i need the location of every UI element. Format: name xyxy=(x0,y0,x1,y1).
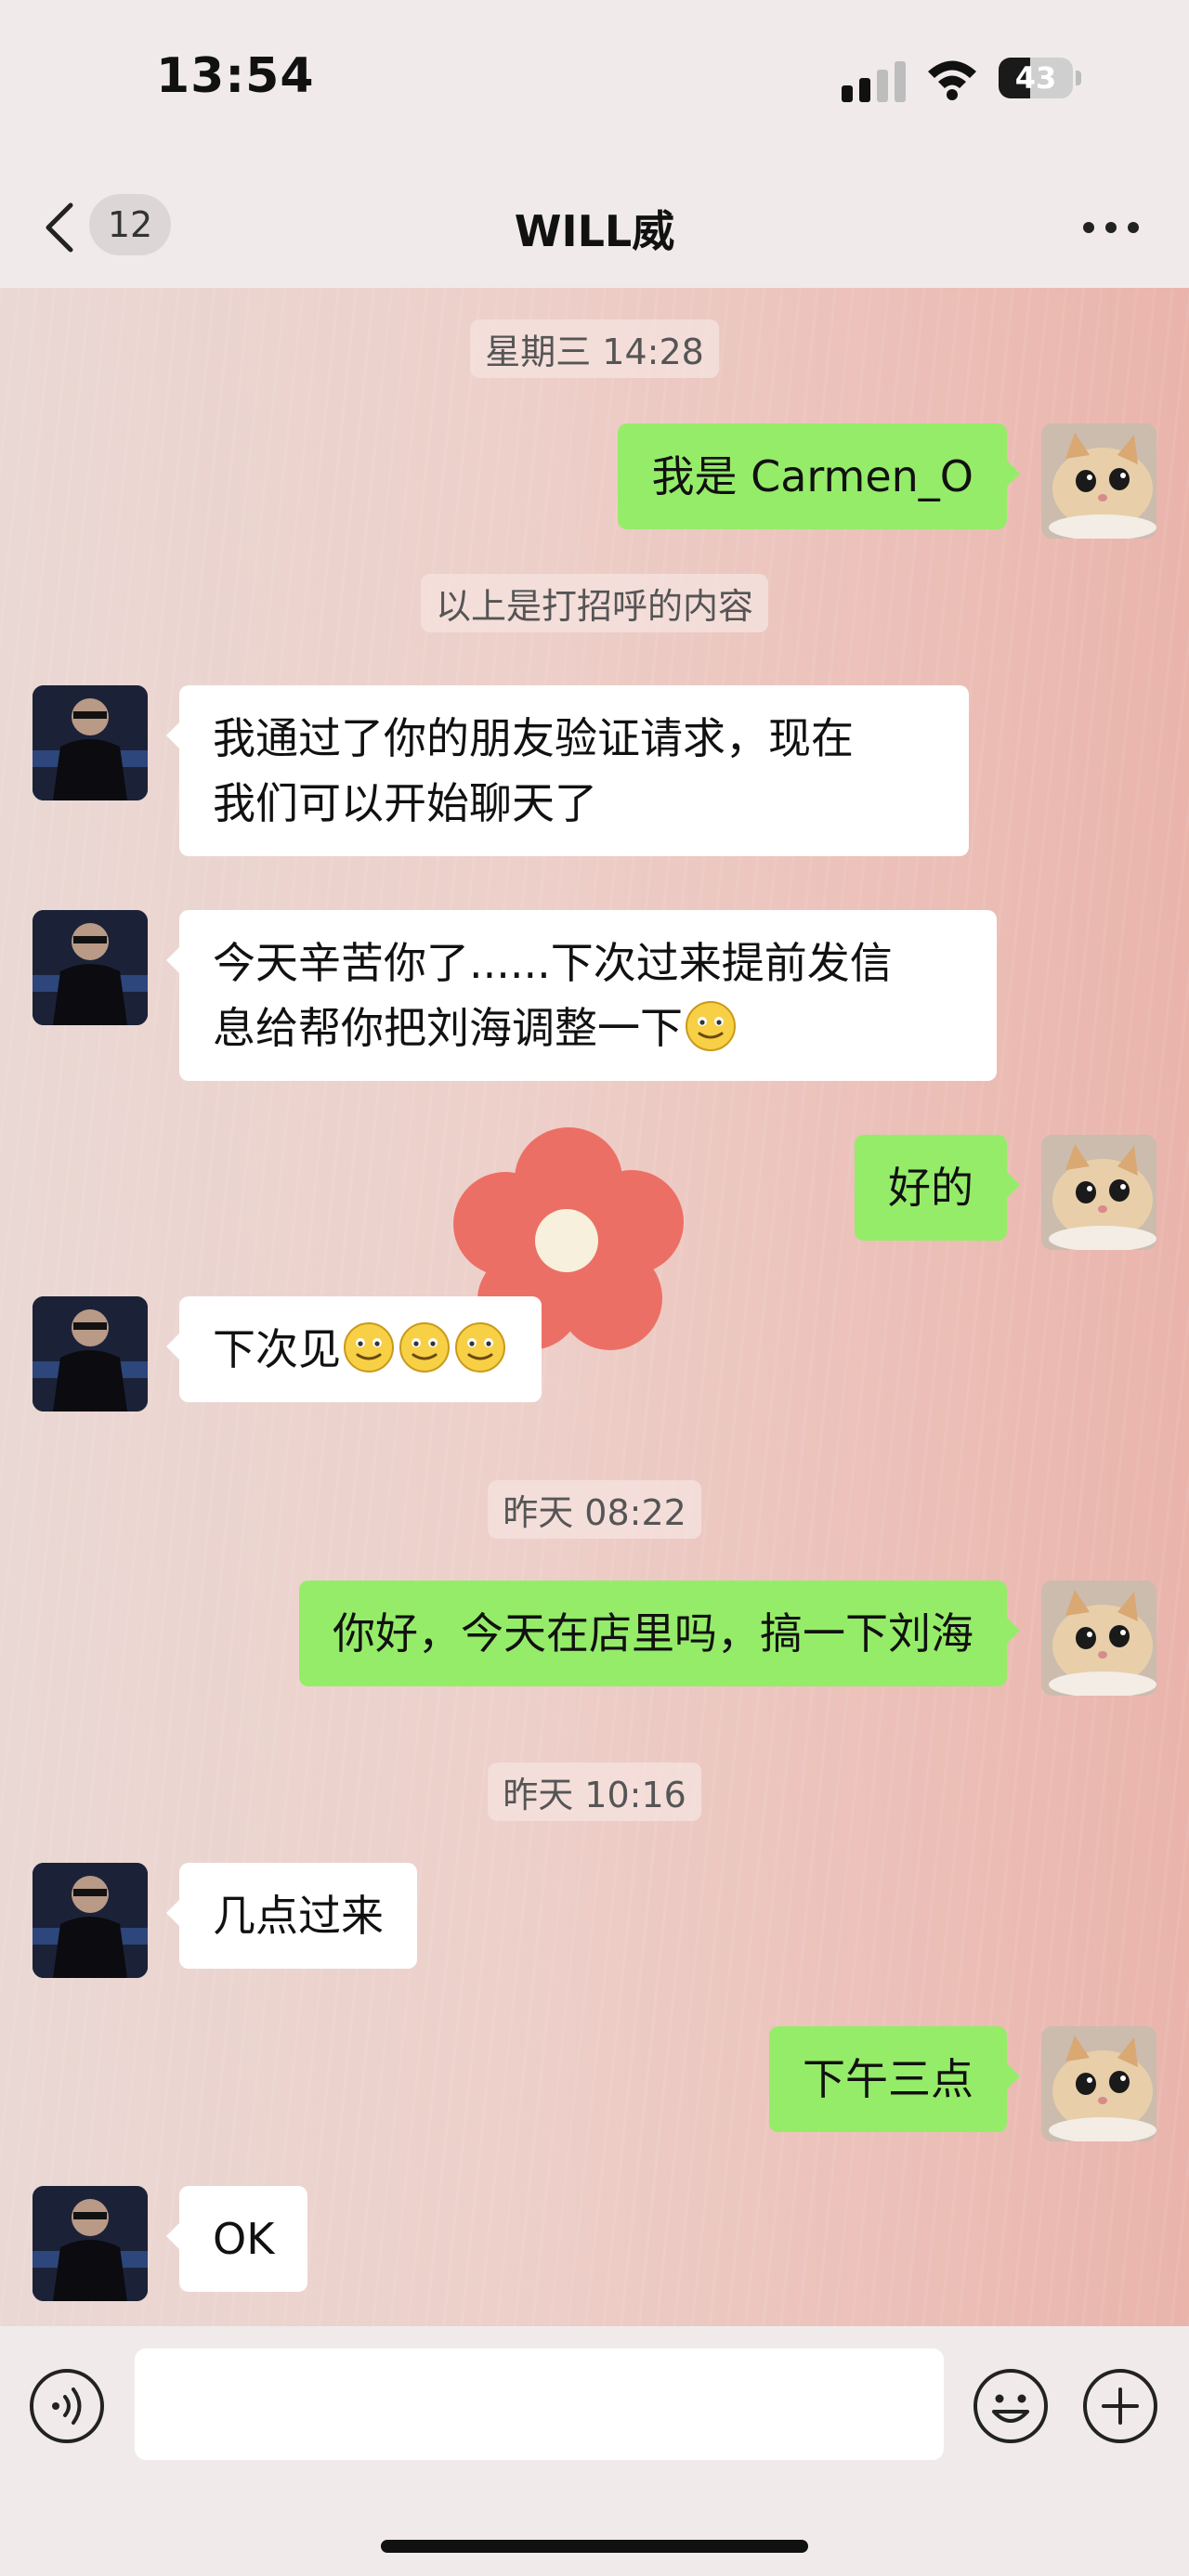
contact-avatar[interactable] xyxy=(33,1863,148,1978)
message-bubble-sent[interactable]: 你好，今天在店里吗，搞一下刘海 xyxy=(299,1581,1020,1686)
chat-title: WILL威 xyxy=(514,206,675,256)
cat-avatar-image xyxy=(1041,1581,1156,1696)
chat-header: 12 WILL威 xyxy=(0,163,1189,288)
message-bubble-sent[interactable]: 我是 Carmen_O xyxy=(618,423,1020,529)
timestamp: 星期三 14:28 xyxy=(470,319,719,378)
smile-emoji-icon xyxy=(455,1322,505,1373)
message-bubble-sent[interactable]: 好的 xyxy=(855,1135,1020,1241)
contact-avatar-image xyxy=(33,1296,148,1412)
ellipsis-icon[interactable] xyxy=(1078,209,1144,246)
contact-avatar-image xyxy=(33,1863,148,1978)
contact-avatar-image xyxy=(33,685,148,800)
cat-avatar-image xyxy=(1041,2026,1156,2141)
message-bubble-received[interactable]: 几点过来 xyxy=(166,1863,417,1969)
smile-emoji-icon xyxy=(344,1322,394,1373)
cellular-signal-icon xyxy=(842,61,906,102)
timestamp: 昨天 10:16 xyxy=(488,1763,701,1821)
chevron-left-icon[interactable] xyxy=(41,202,78,254)
my-avatar[interactable] xyxy=(1041,1581,1156,1696)
contact-avatar[interactable] xyxy=(33,2186,148,2301)
contact-avatar[interactable] xyxy=(33,910,148,1025)
voice-icon[interactable] xyxy=(28,2367,106,2445)
my-avatar[interactable] xyxy=(1041,1135,1156,1250)
message-input[interactable] xyxy=(135,2348,944,2460)
smile-emoji-icon xyxy=(399,1322,450,1373)
smile-emoji-icon xyxy=(686,1001,736,1051)
contact-avatar-image xyxy=(33,910,148,1025)
unread-count-badge[interactable]: 12 xyxy=(89,194,171,255)
wifi-icon xyxy=(928,60,976,100)
plus-circle-icon[interactable] xyxy=(1081,2367,1159,2445)
battery-indicator: 43 xyxy=(999,58,1082,100)
my-avatar[interactable] xyxy=(1041,2026,1156,2141)
home-indicator xyxy=(381,2540,808,2553)
message-bubble-received[interactable]: 今天辛苦你了......下次过来提前发信 息给帮你把刘海调整一下 xyxy=(166,910,997,1081)
smile-face-icon[interactable] xyxy=(972,2367,1050,2445)
status-time: 13:54 xyxy=(156,48,315,104)
cat-avatar-image xyxy=(1041,1135,1156,1250)
chat-message-area[interactable]: 星期三 14:28 我是 Carmen_O 以上是打招呼的内容 我通过了你的朋友 xyxy=(0,288,1189,2326)
message-bubble-sent[interactable]: 下午三点 xyxy=(769,2026,1020,2132)
contact-avatar[interactable] xyxy=(33,1296,148,1412)
contact-avatar[interactable] xyxy=(33,685,148,800)
timestamp: 昨天 08:22 xyxy=(488,1480,701,1539)
message-bubble-received[interactable]: OK xyxy=(165,2186,308,2292)
system-notice: 以上是打招呼的内容 xyxy=(420,574,769,632)
my-avatar[interactable] xyxy=(1041,423,1156,539)
contact-avatar-image xyxy=(33,2186,148,2301)
cat-avatar-image xyxy=(1041,423,1156,539)
battery-level: 43 xyxy=(1014,60,1057,96)
message-bubble-received[interactable]: 下次见 xyxy=(166,1296,542,1402)
message-bubble-received[interactable]: 我通过了你的朋友验证请求，现在 我们可以开始聊天了 xyxy=(166,685,969,856)
input-bar xyxy=(0,2326,1189,2576)
status-bar: 13:54 43 xyxy=(0,0,1189,163)
